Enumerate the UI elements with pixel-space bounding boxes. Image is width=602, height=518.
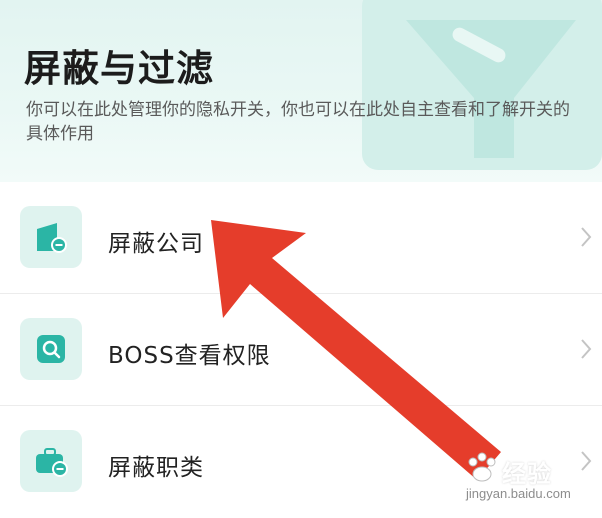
watermark: 经验 jingyan.baidu.com — [462, 452, 592, 508]
page-description: 你可以在此处管理你的隐私开关，你也可以在此处自主查看和了解开关的具体作用 — [26, 100, 570, 144]
list-item-boss-view-permission[interactable]: BOSS查看权限 — [0, 294, 602, 406]
list-item-label: 屏蔽公司 — [108, 231, 204, 257]
search-icon — [20, 318, 82, 380]
chevron-right-icon — [581, 227, 592, 247]
chevron-right-icon — [581, 339, 592, 359]
briefcase-block-icon — [20, 430, 82, 492]
watermark-url: jingyan.baidu.com — [466, 486, 571, 501]
paw-icon — [468, 452, 496, 482]
list-item-label: 屏蔽职类 — [108, 455, 204, 481]
page-header: 屏蔽与过滤 你可以在此处管理你的隐私开关，你也可以在此处自主查看和了解开关的具体… — [0, 0, 602, 182]
page-title: 屏蔽与过滤 — [24, 47, 214, 90]
list-item-label: BOSS查看权限 — [108, 343, 271, 369]
list-item-block-company[interactable]: 屏蔽公司 — [0, 182, 602, 294]
company-block-icon — [20, 206, 82, 268]
watermark-text: 经验 — [502, 460, 552, 488]
